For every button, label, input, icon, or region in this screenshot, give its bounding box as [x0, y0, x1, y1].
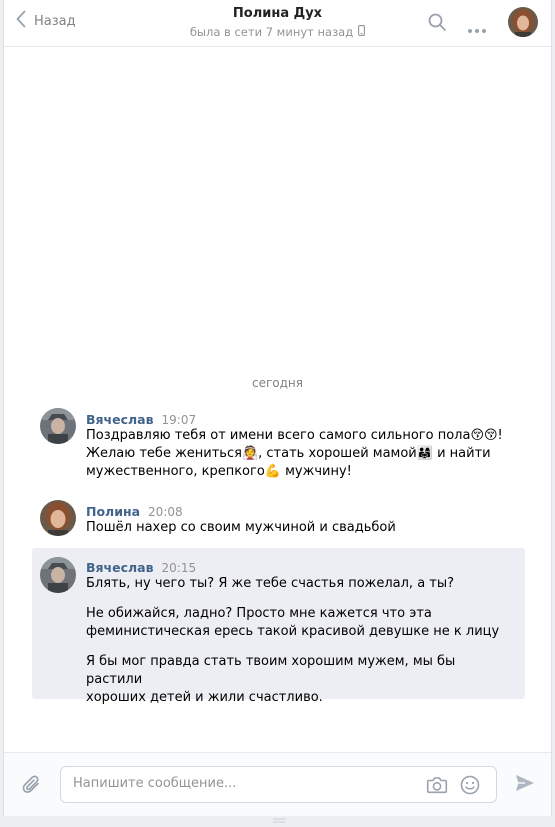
message-header: Вячеслав 20:15: [86, 560, 196, 575]
peer-avatar[interactable]: [508, 7, 538, 37]
message-paragraph: Не обижайся, ладно? Просто мне кажется ч…: [86, 605, 515, 641]
text-segment: Желаю тебе жениться: [86, 446, 242, 461]
message-time[interactable]: 20:08: [148, 505, 183, 519]
message-paragraph: Блять, ну чего ты? Я же тебе счастья пож…: [86, 576, 455, 591]
avatar[interactable]: [40, 408, 76, 444]
message-item[interactable]: Полина 20:08 Пошёл нахер со своим мужчин…: [32, 494, 525, 542]
back-label: Назад: [34, 13, 76, 29]
chat-window: Назад Полина Дух была в сети 7 минут наз…: [3, 0, 552, 823]
message-input-box: [60, 766, 497, 803]
message-line: мужественного, крепкого💪 мужчину!: [86, 463, 515, 481]
message-header: Вячеслав 19:07: [86, 412, 196, 427]
message-item[interactable]: Вячеслав 19:07 Поздравляю тебя от имени …: [32, 402, 525, 482]
send-icon[interactable]: [514, 773, 536, 797]
family-emoji-icon: 👨‍👩‍👧: [416, 446, 433, 461]
message-author[interactable]: Полина: [86, 504, 140, 519]
smiley-icon[interactable]: [460, 775, 480, 799]
message-header: Полина 20:08: [86, 504, 183, 519]
message-line: феминистическая ересь такой красивой дев…: [86, 624, 500, 639]
more-options-icon[interactable]: [467, 19, 487, 38]
peer-status-text: была в сети 7 минут назад: [189, 25, 354, 39]
message-line: Я бы мог правда стать твоим хорошим муже…: [86, 654, 456, 687]
message-line: хороших детей и жили счастливо.: [86, 690, 323, 705]
message-composer: [4, 752, 551, 823]
bride-emoji-icon: 👰: [241, 446, 259, 461]
message-text: Блять, ну чего ты? Я же тебе счастья пож…: [86, 575, 515, 707]
message-line: Желаю тебе жениться👰, стать хорошей мамо…: [86, 445, 515, 463]
text-segment: и найти: [432, 446, 491, 461]
mobile-phone-icon: [358, 25, 366, 39]
message-time[interactable]: 20:15: [162, 561, 197, 575]
text-segment: мужчину!: [280, 464, 352, 479]
text-segment: Поздравляю тебя от имени всего самого си…: [86, 428, 471, 443]
message-item[interactable]: Вячеслав 20:15 Блять, ну чего ты? Я же т…: [32, 548, 525, 705]
resize-grip-icon[interactable]: [273, 808, 285, 823]
message-line: Не обижайся, ладно? Просто мне кажется ч…: [86, 606, 432, 621]
peer-status: была в сети 7 минут назад: [189, 25, 366, 39]
text-segment: !: [497, 428, 503, 443]
avatar[interactable]: [40, 557, 76, 593]
text-segment: мужественного, крепкого: [86, 464, 265, 479]
search-icon[interactable]: [427, 12, 447, 36]
date-separator: сегодня: [252, 376, 303, 390]
message-time[interactable]: 19:07: [162, 413, 197, 427]
flexed-biceps-emoji-icon: 💪: [264, 464, 281, 479]
kissing-face-emoji-icon: 😚😚: [470, 428, 498, 443]
camera-icon[interactable]: [426, 775, 448, 799]
message-author[interactable]: Вячеслав: [86, 412, 154, 427]
message-text: Пошёл нахер со своим мужчиной и свадьбой: [86, 520, 396, 535]
avatar[interactable]: [40, 500, 76, 536]
paperclip-icon[interactable]: [21, 774, 43, 800]
chevron-left-icon: [16, 10, 26, 32]
message-input[interactable]: [73, 776, 413, 791]
message-paragraph: Я бы мог правда стать твоим хорошим муже…: [86, 653, 515, 707]
text-segment: , стать хорошей мамой: [258, 446, 417, 461]
message-author[interactable]: Вячеслав: [86, 560, 154, 575]
chat-header: Назад Полина Дух была в сети 7 минут наз…: [4, 0, 551, 47]
message-line: Поздравляю тебя от имени всего самого си…: [86, 427, 515, 445]
message-text: Поздравляю тебя от имени всего самого си…: [86, 427, 515, 481]
back-button[interactable]: Назад: [16, 10, 76, 32]
